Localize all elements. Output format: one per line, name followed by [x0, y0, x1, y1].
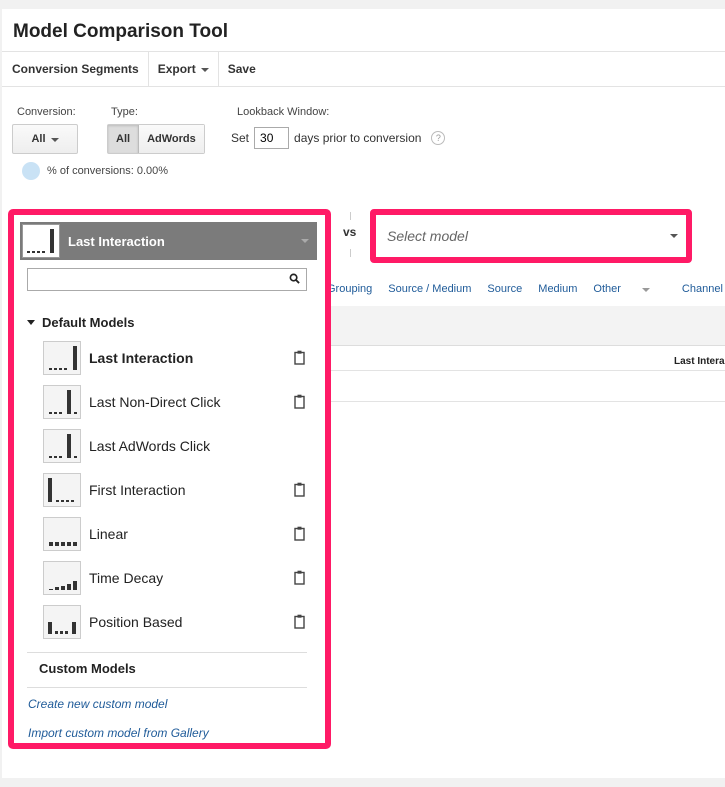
selected-model-label: Last Interaction: [68, 233, 165, 249]
model-item-last-non-direct-click[interactable]: Last Non-Direct Click: [43, 384, 308, 420]
model-label: Last AdWords Click: [89, 438, 211, 454]
dimension-links: Grouping Source / Medium Source Medium O…: [327, 283, 725, 295]
conversion-percentage: % of conversions: 0.00%: [22, 162, 168, 180]
model-label: Last Non-Direct Click: [89, 394, 221, 410]
type-all-button[interactable]: All: [108, 125, 140, 153]
default-models-toggle[interactable]: Default Models: [27, 315, 134, 330]
model-item-linear[interactable]: Linear: [43, 516, 308, 552]
lookback-label: Lookback Window:: [237, 106, 330, 118]
dim-link-grouping[interactable]: Grouping: [327, 283, 372, 295]
lookback-set-text: Set: [231, 131, 250, 145]
export-label: Export: [157, 62, 196, 76]
page: Model Comparison Tool Conversion Segment…: [2, 9, 725, 778]
dim-link-channel-grouping[interactable]: Channel Grou: [682, 283, 725, 295]
time-decay-icon: [43, 561, 81, 595]
model-item-position-based[interactable]: Position Based: [43, 604, 308, 640]
model-item-time-decay[interactable]: Time Decay: [43, 560, 308, 596]
dim-link-medium[interactable]: Medium: [538, 283, 577, 295]
table-divider: [322, 401, 725, 402]
table-divider: [322, 370, 725, 371]
table-header-strip: [322, 306, 725, 346]
model-label: First Interaction: [89, 482, 186, 498]
last-adwords-click-icon: [43, 429, 81, 463]
custom-models-title: Custom Models: [39, 661, 136, 676]
copy-icon[interactable]: [294, 482, 306, 497]
model-item-first-interaction[interactable]: First Interaction: [43, 472, 308, 508]
page-title: Model Comparison Tool: [13, 21, 228, 42]
model-label: Last Interaction: [89, 350, 194, 366]
last-interaction-icon: [43, 341, 81, 375]
chevron-down-icon: [670, 234, 678, 238]
position-based-icon: [43, 605, 81, 639]
type-adwords-button[interactable]: AdWords: [139, 125, 204, 153]
lookback-window: Set days prior to conversion ?: [231, 127, 446, 149]
create-custom-model-link[interactable]: Create new custom model: [28, 697, 167, 711]
chevron-down-icon: [200, 68, 209, 72]
first-interaction-icon: [43, 473, 81, 507]
divider: [350, 249, 351, 257]
pie-chart-icon: [22, 162, 40, 180]
dim-link-source-medium[interactable]: Source / Medium: [388, 283, 471, 295]
dim-link-other[interactable]: Other: [593, 283, 666, 295]
copy-icon[interactable]: [294, 394, 306, 409]
model-label: Time Decay: [89, 570, 164, 586]
last-non-direct-click-icon: [43, 385, 81, 419]
toolbar: Conversion Segments Export Save: [2, 51, 725, 87]
chevron-down-icon: [50, 138, 59, 142]
divider: [350, 212, 351, 220]
model-item-last-adwords-click[interactable]: Last AdWords Click: [43, 428, 308, 464]
default-models-title: Default Models: [42, 315, 135, 330]
dim-link-source[interactable]: Source: [487, 283, 522, 295]
linear-icon: [43, 517, 81, 551]
divider: [27, 652, 307, 653]
dim-link-other-label: Other: [593, 283, 621, 295]
chevron-down-icon: [301, 239, 309, 243]
model-label: Linear: [89, 526, 128, 542]
save-label: Save: [227, 62, 256, 76]
copy-icon[interactable]: [294, 526, 306, 541]
pct-conversions-text: % of conversions: 0.00%: [47, 165, 169, 177]
conversion-segments-label: Conversion Segments: [12, 62, 139, 76]
compare-model-highlight: Select model: [370, 209, 692, 263]
triangle-down-icon: [27, 320, 35, 325]
search-icon: [289, 273, 300, 284]
vs-label: vs: [343, 225, 357, 239]
copy-icon[interactable]: [294, 570, 306, 585]
save-button[interactable]: Save: [219, 52, 265, 86]
copy-icon[interactable]: [294, 614, 306, 629]
chevron-down-icon: [641, 288, 650, 292]
import-custom-model-link[interactable]: Import custom model from Gallery: [28, 726, 209, 740]
select-model-dropdown[interactable]: Select model: [382, 222, 679, 250]
model-dropdown-panel: Last Interaction Default Models Last Int…: [8, 209, 331, 749]
lookback-suffix-text: days prior to conversion: [294, 131, 422, 145]
model-label: Position Based: [89, 614, 183, 630]
model-search-input[interactable]: [27, 268, 307, 291]
type-label: Type:: [111, 106, 138, 118]
last-interaction-icon: [22, 224, 60, 258]
selected-model-header[interactable]: Last Interaction: [20, 222, 317, 260]
type-toggle: All AdWords: [107, 124, 205, 154]
conversion-label: Conversion:: [17, 106, 76, 118]
conversion-segments-button[interactable]: Conversion Segments: [2, 52, 149, 86]
help-icon[interactable]: ?: [431, 131, 446, 145]
lookback-days-input[interactable]: [254, 127, 290, 149]
conversion-dropdown[interactable]: All: [12, 124, 78, 154]
model-item-last-interaction[interactable]: Last Interaction: [43, 340, 308, 376]
table-column-header[interactable]: Last Intera: [674, 356, 725, 367]
copy-icon[interactable]: [294, 350, 306, 365]
divider: [27, 687, 307, 688]
export-button[interactable]: Export: [149, 52, 219, 86]
conversion-value: All: [31, 133, 46, 145]
